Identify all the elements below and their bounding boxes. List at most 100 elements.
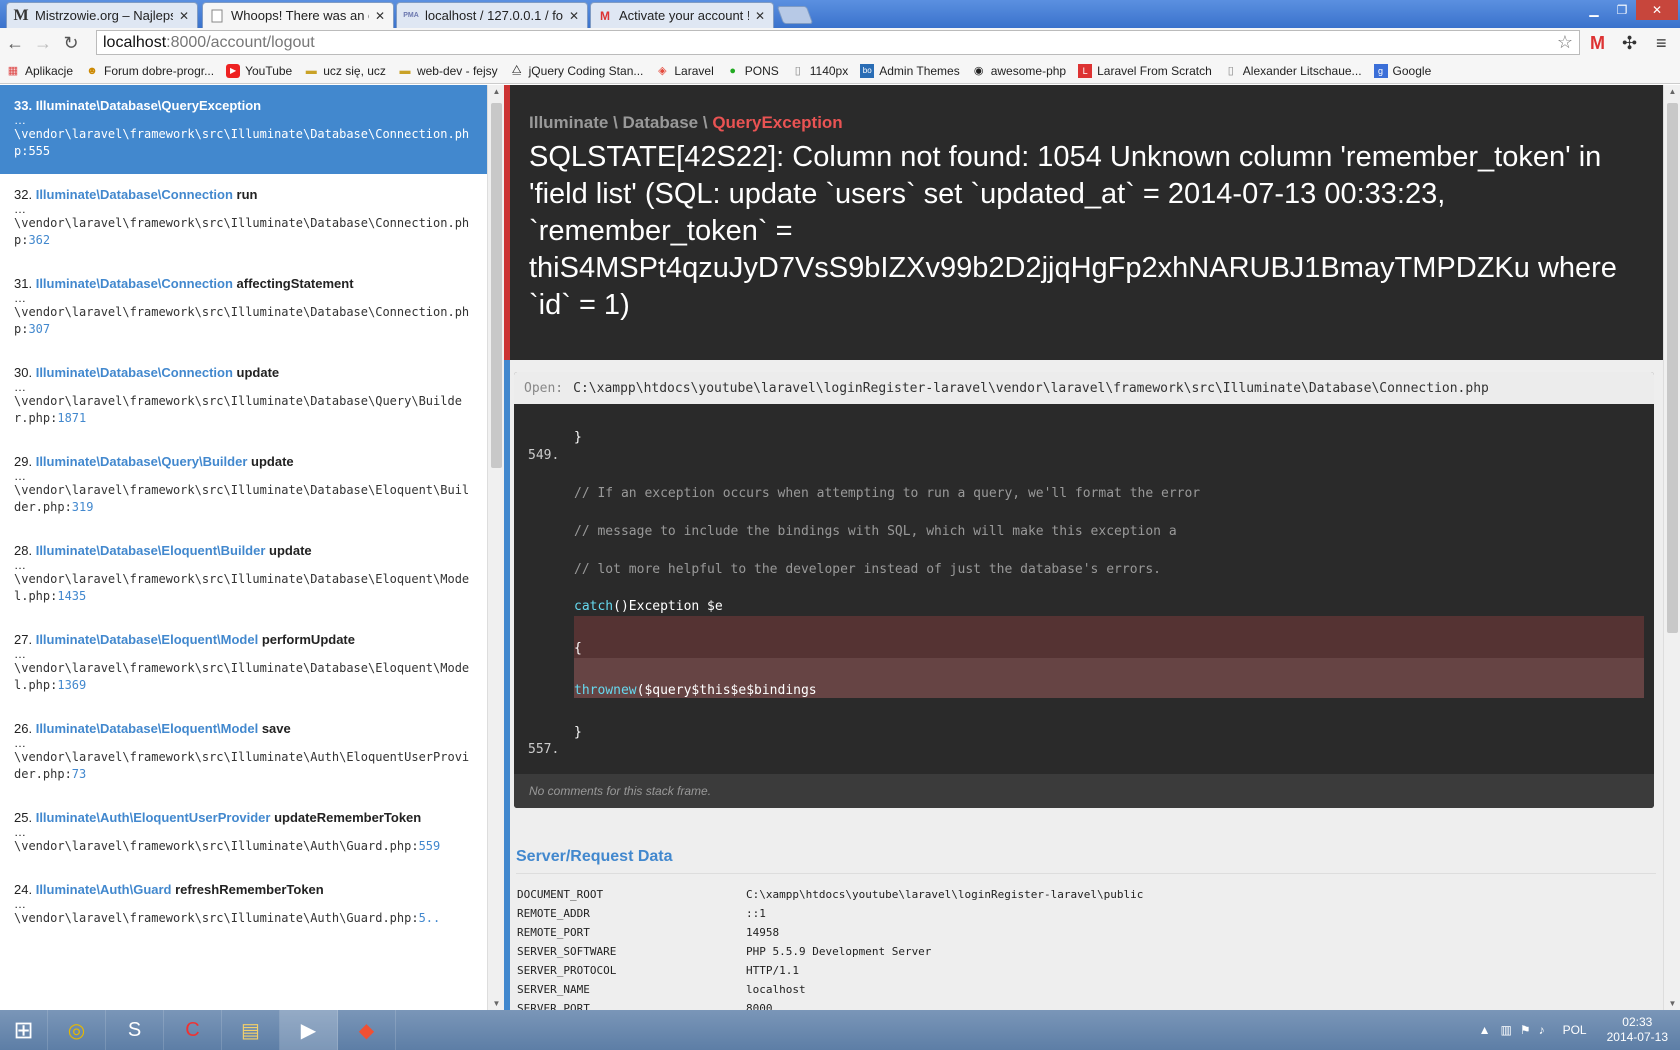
network-icon[interactable]: ▥	[1500, 1023, 1511, 1037]
frame-file: \vendor\laravel\framework\src\Illuminate…	[14, 127, 470, 158]
bookmark-forum[interactable]: ☻ Forum dobre-progr...	[85, 64, 214, 78]
minimize-icon[interactable]: ▁	[1580, 0, 1608, 20]
close-icon[interactable]: ✕	[567, 9, 581, 23]
bookmark-laravel[interactable]: ◈ Laravel	[655, 64, 714, 78]
stack-frame[interactable]: 29. Illuminate\Database\Query\Builder up…	[0, 441, 487, 530]
server-data-table: DOCUMENT_ROOT C:\xampp\htdocs\youtube\lar…	[517, 885, 1143, 1010]
table-row: DOCUMENT_ROOT C:\xampp\htdocs\youtube\lar…	[517, 888, 1144, 901]
scrollbar-thumb[interactable]	[1667, 103, 1678, 633]
frame-class: Illuminate\Auth\EloquentUserProvider	[35, 810, 271, 825]
stack-frame[interactable]: 33. Illuminate\Database\QueryException ……	[0, 85, 487, 174]
ccleaner-icon[interactable]: C	[164, 1010, 222, 1050]
forward-icon[interactable]: →	[30, 30, 56, 56]
frame-file: \vendor\laravel\framework\src\Illuminate…	[14, 394, 462, 425]
restore-icon[interactable]: ❐	[1608, 0, 1636, 20]
stack-frame[interactable]: 28. Illuminate\Database\Eloquent\Builder…	[0, 530, 487, 619]
tab-mistrzowie[interactable]: M Mistrzowie.org – Najlepsze ✕	[6, 2, 198, 28]
scroll-down-icon[interactable]: ▼	[488, 999, 505, 1008]
jquery-icon: ⧋	[511, 64, 522, 76]
stack-frame[interactable]: 32. Illuminate\Database\Connection run ……	[0, 174, 487, 263]
frame-class: Illuminate\Auth\Guard	[35, 882, 172, 897]
frame-function: performUpdate	[261, 632, 355, 647]
close-icon[interactable]: ✕	[753, 9, 767, 23]
pons-icon: ●	[729, 64, 737, 77]
new-tab-button[interactable]	[776, 6, 814, 24]
page-scrollbar[interactable]: ▲ ▼	[1663, 85, 1680, 1010]
stack-frame[interactable]: 26. Illuminate\Database\Eloquent\Model s…	[0, 708, 487, 797]
bookmark-youtube[interactable]: ▶ YouTube	[226, 63, 292, 78]
windows-taskbar: ⊞ ◎ S C ▤ ▶ ◆ ▲ ▥ ⚑ ♪ POL 02:33 2014-07-…	[0, 1010, 1680, 1050]
bookmark-folder-ucz[interactable]: ▬ ucz się, ucz	[304, 64, 386, 78]
media-player-icon[interactable]: ▶	[280, 1010, 338, 1050]
file-open-bar[interactable]: Open: C:\xampp\htdocs\youtube\laravel\lo…	[514, 372, 1654, 404]
windows-start-icon[interactable]: ⊞	[0, 1010, 48, 1050]
flag-icon[interactable]: ⚑	[1520, 1023, 1531, 1037]
menu-icon[interactable]: ≡	[1656, 33, 1667, 54]
bookmark-1140px[interactable]: ▯ 1140px	[791, 64, 849, 78]
language-indicator[interactable]: POL	[1563, 1023, 1587, 1037]
explorer-icon[interactable]: ▤	[222, 1010, 280, 1050]
close-icon[interactable]: ✕	[177, 9, 191, 23]
stack-frame[interactable]: 24. Illuminate\Auth\Guard refreshRemembe…	[0, 869, 487, 941]
tab-whoops[interactable]: Whoops! There was an err ✕	[202, 2, 394, 28]
scroll-down-icon[interactable]: ▼	[1664, 999, 1680, 1008]
stack-frame[interactable]: 31. Illuminate\Database\Connection affec…	[0, 263, 487, 352]
stack-frame[interactable]: 25. Illuminate\Auth\EloquentUserProvider…	[0, 797, 487, 869]
bookmark-laravel-scratch[interactable]: L Laravel From Scratch	[1078, 63, 1212, 78]
frame-class: Illuminate\Database\Eloquent\Model	[35, 721, 259, 736]
address-bar[interactable]: localhost:8000/account/logout ☆	[96, 30, 1580, 55]
file-path: C:\xampp\htdocs\youtube\laravel\loginReg…	[573, 380, 1489, 396]
chrome-icon[interactable]: ◎	[48, 1010, 106, 1050]
bookmark-alexander[interactable]: ▯ Alexander Litschaue...	[1224, 64, 1362, 78]
extension-icon[interactable]: ✣	[1622, 33, 1637, 54]
frame-class: Illuminate\Database\Eloquent\Model	[35, 632, 259, 647]
stack-frame[interactable]: 30. Illuminate\Database\Connection updat…	[0, 352, 487, 441]
clock[interactable]: 02:33 2014-07-13	[1607, 1015, 1668, 1045]
system-tray: ▲ ▥ ⚑ ♪ POL 02:33 2014-07-13	[1479, 1010, 1680, 1050]
page-icon: ▯	[1227, 65, 1234, 77]
url-path: :8000/account/logout	[166, 33, 315, 51]
git-icon[interactable]: ◆	[338, 1010, 396, 1050]
bookmark-awesome-php[interactable]: ◉ awesome-php	[972, 64, 1066, 78]
tray-arrow-icon[interactable]: ▲	[1479, 1023, 1491, 1037]
frame-class: Illuminate\Database\Connection	[35, 365, 233, 380]
frame-file: \vendor\laravel\framework\src\Illuminate…	[14, 305, 470, 336]
bookmark-jquery[interactable]: ⧋ jQuery Coding Stan...	[510, 64, 644, 78]
close-window-icon[interactable]: ✕	[1636, 0, 1678, 20]
reload-icon[interactable]: ↻	[58, 30, 84, 56]
star-icon[interactable]: ☆	[1557, 32, 1573, 53]
section-title: Server/Request Data	[516, 848, 673, 865]
frame-function: update	[269, 543, 312, 558]
table-row: SERVER_NAME localhost	[517, 983, 806, 996]
document-icon	[209, 8, 225, 24]
bookmark-pons[interactable]: ● PONS	[726, 64, 778, 78]
bookmark-google[interactable]: g Google	[1373, 63, 1431, 78]
apps-grid-icon: ▦	[7, 65, 19, 77]
google-icon: g	[1373, 63, 1388, 78]
frame-class: Illuminate\Database\QueryException	[35, 98, 262, 113]
frame-class: Illuminate\Database\Connection	[35, 187, 233, 202]
bookmark-aplikacje[interactable]: ▦ Aplikacje	[6, 64, 73, 78]
sublime-icon[interactable]: S	[106, 1010, 164, 1050]
frame-file: \vendor\laravel\framework\src\Illuminate…	[14, 216, 470, 247]
folder-icon: ▬	[399, 64, 411, 77]
bookmark-admin-themes[interactable]: bo Admin Themes	[860, 63, 960, 78]
details-panel: Illuminate \ Database \ QueryException S…	[510, 85, 1663, 1010]
scroll-up-icon[interactable]: ▲	[1664, 87, 1680, 96]
back-icon[interactable]: ←	[2, 30, 28, 56]
bookmark-folder-webdev[interactable]: ▬ web-dev - fejsy	[398, 64, 497, 78]
volume-icon[interactable]: ♪	[1539, 1023, 1545, 1037]
folder-icon: ▬	[305, 64, 317, 77]
tab-gmail[interactable]: M Activate your account ! - j ✕	[590, 2, 774, 28]
stack-frame[interactable]: 27. Illuminate\Database\Eloquent\Model p…	[0, 619, 487, 708]
scrollbar-thumb[interactable]	[491, 103, 502, 468]
gmail-checker-icon[interactable]: M	[1590, 33, 1605, 54]
frame-file: \vendor\laravel\framework\src\Illuminate…	[14, 839, 441, 853]
close-icon[interactable]: ✕	[373, 9, 387, 23]
tab-title: Mistrzowie.org – Najlepsze	[35, 8, 173, 23]
highlight-block	[574, 616, 1644, 658]
table-row: SERVER_PORT 8000	[517, 1002, 773, 1010]
tab-phpmyadmin[interactable]: PMA localhost / 127.0.0.1 / foru ✕	[396, 2, 588, 28]
scroll-up-icon[interactable]: ▲	[488, 87, 505, 96]
frames-scrollbar[interactable]: ▲ ▼	[487, 85, 504, 1010]
